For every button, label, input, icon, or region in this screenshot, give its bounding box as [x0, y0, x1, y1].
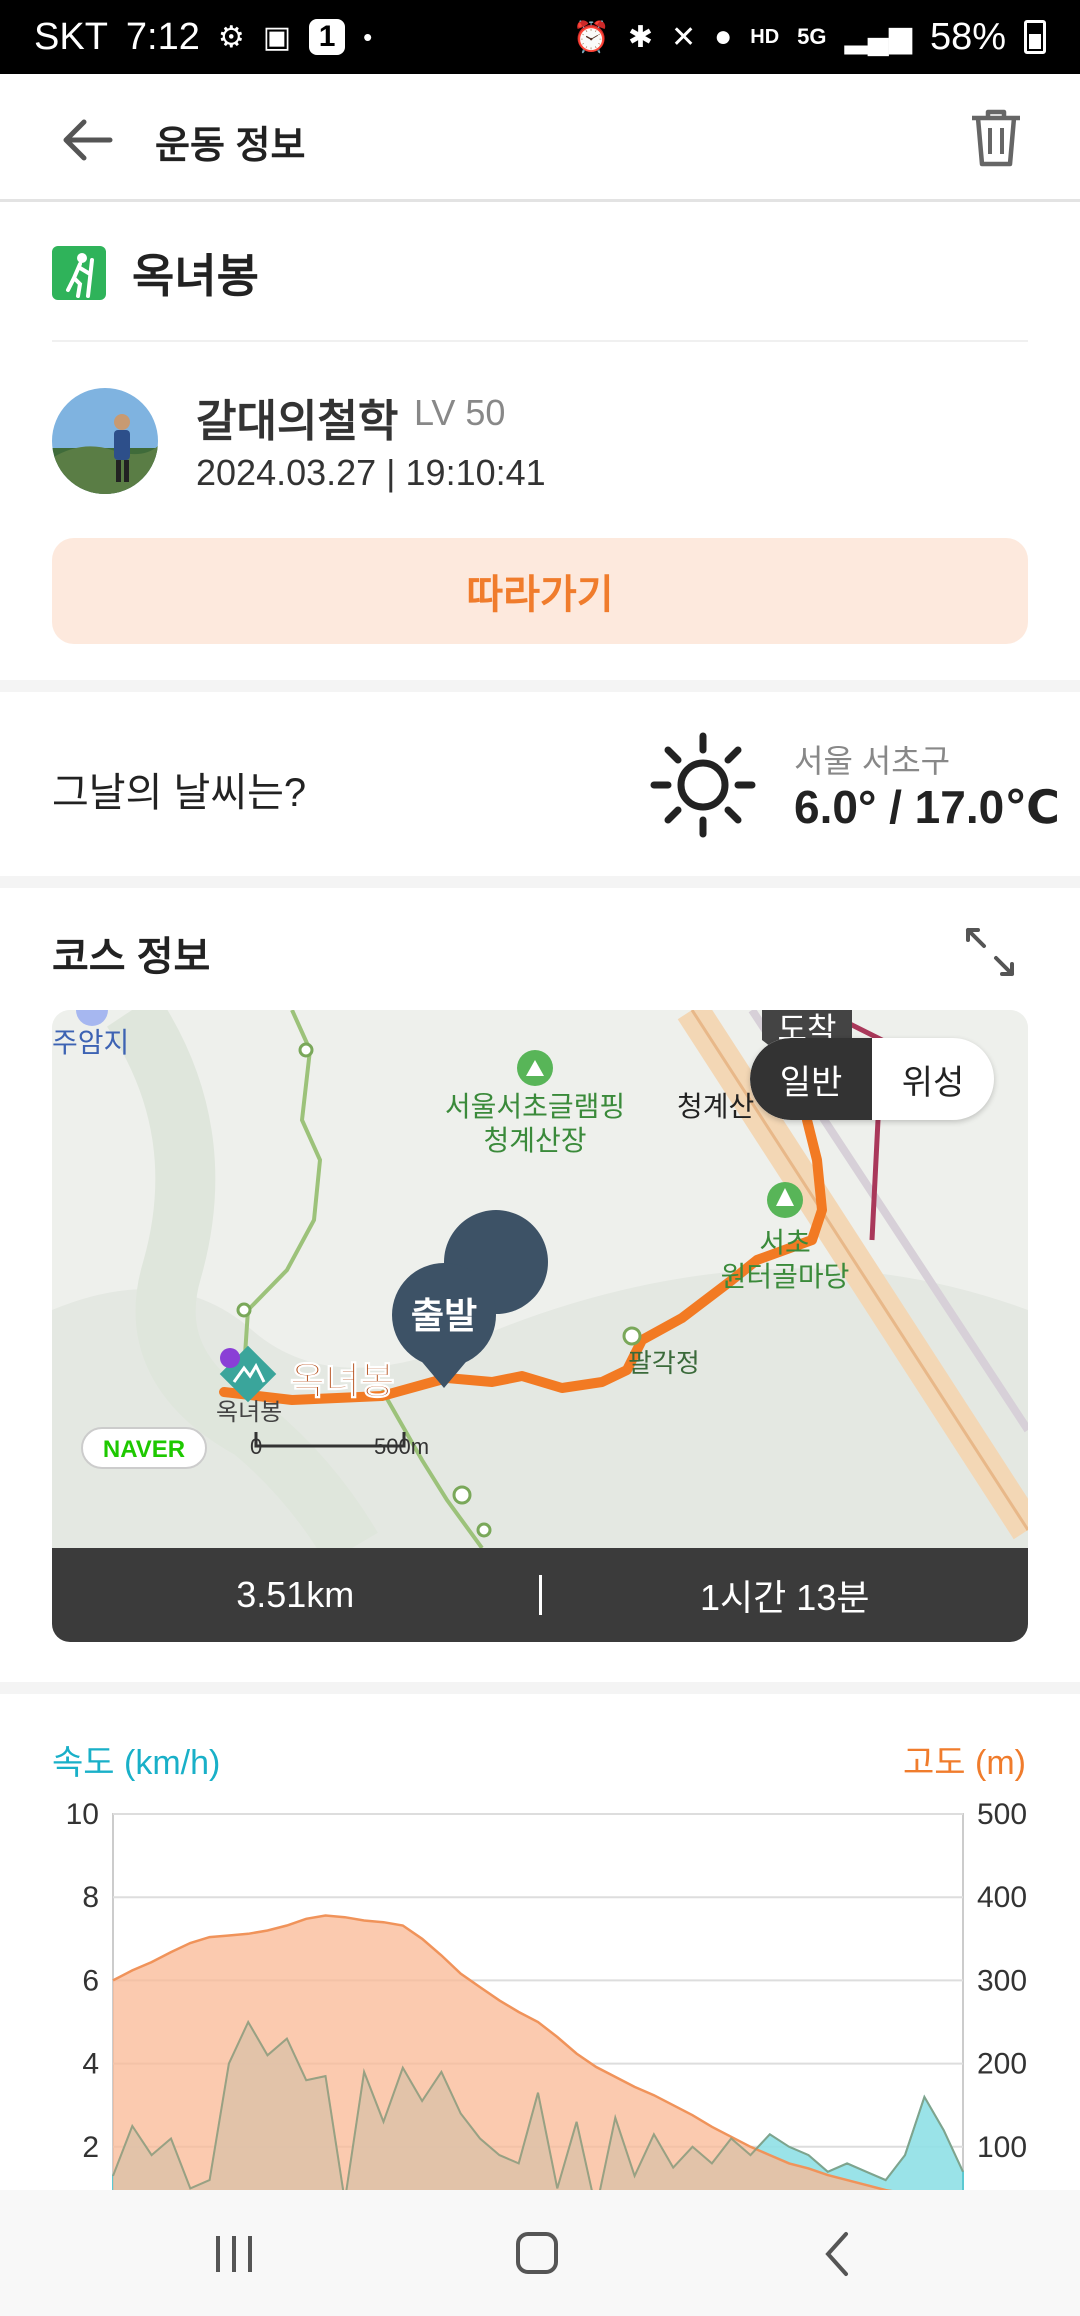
- right-tick-label: 500: [977, 1798, 1027, 1831]
- course-map[interactable]: 도착 출발 주암지 서울서초글램핑 청계산장 청계산 서초 원터골마당 팔각정 …: [52, 1010, 1028, 1548]
- username: 갈대의철학: [196, 397, 399, 446]
- section-gap: [0, 1682, 1080, 1694]
- map-label-glamping-2: 청계산장: [483, 1125, 586, 1156]
- start-marker-label: 출발: [411, 1295, 477, 1336]
- course-distance: 3.51km: [236, 1574, 355, 1615]
- map-label-glamping-1: 서울서초글램핑: [445, 1091, 625, 1122]
- follow-button[interactable]: 따라가기: [52, 538, 1028, 644]
- alarm-icon: ⏰: [572, 20, 610, 54]
- gallery-icon: ▣: [262, 20, 292, 54]
- map-label-oknyeo-small: 옥녀봉: [216, 1399, 282, 1426]
- page-title: 운동 정보: [155, 125, 306, 167]
- clock: 7:12: [125, 15, 200, 58]
- scale-500: 500m: [374, 1434, 429, 1459]
- left-tick-label: 6: [82, 1964, 99, 1997]
- left-tick-label: 10: [66, 1798, 99, 1831]
- recent-apps-icon[interactable]: [194, 2222, 274, 2286]
- right-tick-label: 300: [977, 1964, 1027, 1997]
- bluetooth-icon: ✱: [627, 20, 654, 54]
- hd-voice-icon: HD: [750, 25, 780, 48]
- right-tick-label: 400: [977, 1881, 1027, 1914]
- naver-logo: NAVER: [103, 1436, 185, 1463]
- home-icon[interactable]: [496, 2222, 576, 2286]
- course-duration: 1시간 13분: [700, 1577, 870, 1618]
- weather-temperature: 6.0° / 17.0℃: [794, 781, 1060, 833]
- chart-svg: 10 500 8 400 6 300 4 200 2 100: [66, 1798, 1027, 2231]
- notification-icon: ⚙: [217, 20, 245, 54]
- nav-back-icon[interactable]: [798, 2222, 878, 2286]
- back-button[interactable]: [60, 112, 116, 168]
- sun-icon: [650, 732, 756, 838]
- map-type-normal[interactable]: 일반: [750, 1038, 872, 1120]
- right-tick-label: 200: [977, 2048, 1027, 2081]
- course-info-title: 코스 정보: [52, 935, 211, 979]
- scale-zero: 0: [250, 1434, 262, 1459]
- location-icon: ●: [714, 20, 733, 53]
- notification-badge: 1: [309, 19, 346, 55]
- battery-percent: 58%: [929, 15, 1006, 58]
- section-gap: [0, 876, 1080, 888]
- course-title-row: 옥녀봉: [52, 240, 259, 306]
- weather-location: 서울 서초구: [794, 743, 951, 779]
- right-tick-label: 100: [977, 2131, 1027, 2164]
- map-label-oknyeo: 옥녀봉: [290, 1361, 395, 1403]
- section-gap: [0, 680, 1080, 692]
- map-label-juamji: 주암지: [52, 1027, 129, 1058]
- user-level: LV 50: [414, 392, 506, 433]
- dot-icon: •: [363, 21, 373, 52]
- speed-altitude-chart: 10 500 8 400 6 300 4 200 2 100: [0, 1730, 1080, 2231]
- activity-datetime: 2024.03.27 | 19:10:41: [196, 452, 546, 493]
- mute-icon: ✕: [671, 20, 697, 54]
- map-label-palgak: 팔각정: [628, 1348, 700, 1378]
- map-type-satellite[interactable]: 위성: [872, 1038, 994, 1120]
- map-label-winter-1: 서초: [759, 1227, 811, 1258]
- course-stats-bar: 3.51km 1시간 13분: [52, 1548, 1028, 1642]
- left-tick-label: 4: [82, 2048, 99, 2081]
- hiking-icon: [52, 246, 106, 300]
- avatar[interactable]: [52, 388, 158, 494]
- app-header: 운동 정보: [0, 74, 1080, 202]
- left-tick-label: 2: [82, 2131, 99, 2164]
- network-type: 5G: [797, 24, 827, 49]
- divider: [52, 340, 1028, 342]
- battery-icon: [1024, 20, 1046, 54]
- carrier: SKT: [34, 15, 108, 58]
- weather-label: 그날의 날씨는?: [52, 771, 307, 815]
- map-label-winter-2: 원터골마당: [721, 1261, 850, 1292]
- trash-icon[interactable]: [968, 108, 1024, 168]
- expand-icon[interactable]: [964, 926, 1016, 978]
- signal-icon: ▂▄▆: [844, 20, 912, 54]
- map-type-toggle[interactable]: 일반 위성: [750, 1038, 994, 1120]
- system-nav-bar: [0, 2190, 1080, 2316]
- map-label-cheonggye: 청계산: [677, 1091, 754, 1122]
- status-bar: SKT 7:12 ⚙ ▣ 1 • ⏰ ✱ ✕ ● HD 5G ▂▄▆ 58%: [0, 0, 1080, 74]
- course-name: 옥녀봉: [132, 250, 259, 302]
- left-tick-label: 8: [82, 1881, 99, 1914]
